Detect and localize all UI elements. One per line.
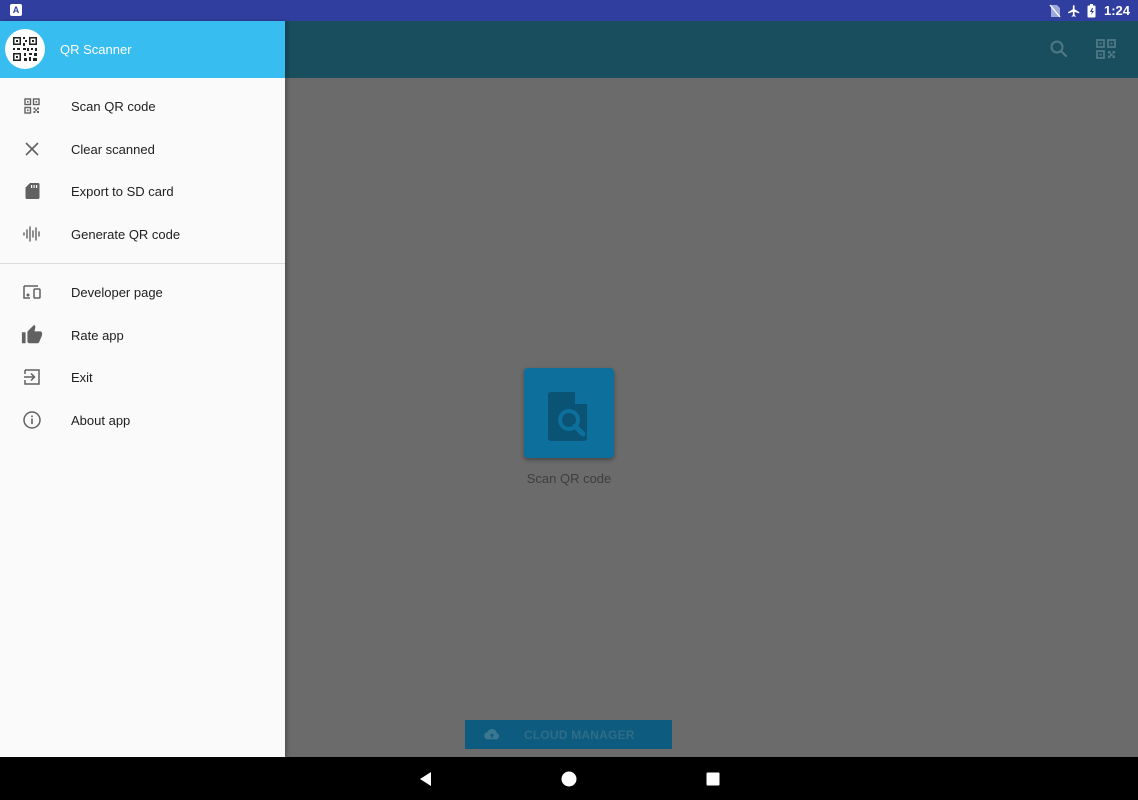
scan-qr-tile[interactable] [524, 368, 614, 458]
status-icons: 1:24 [1049, 0, 1130, 21]
close-icon [25, 142, 39, 156]
cloud-icon [484, 729, 499, 740]
sd-card-icon [25, 183, 40, 199]
app-logo [5, 29, 45, 69]
menu-item-generate-qr-code[interactable]: Generate QR code [0, 214, 285, 256]
airplane-mode-icon [1068, 4, 1080, 17]
exit-icon [24, 369, 40, 385]
menu-item-clear-scanned[interactable]: Clear scanned [0, 129, 285, 171]
drawer-header: QR Scanner [0, 21, 285, 78]
menu-item-label: Scan QR code [71, 99, 156, 114]
menu-item-label: Rate app [71, 328, 124, 343]
menu-item-label: Clear scanned [71, 142, 155, 157]
notification-icon: A [10, 4, 22, 16]
cloud-manager-label: CLOUD MANAGER [524, 728, 635, 742]
status-time: 1:24 [1103, 3, 1130, 18]
battery-icon [1087, 3, 1096, 17]
status-bar: A 1:24 [0, 0, 1138, 21]
menu-item-scan-qr-code[interactable]: Scan QR code [0, 86, 285, 128]
waveform-icon [23, 226, 40, 242]
menu-item-label: Generate QR code [71, 227, 181, 242]
drawer-divider [0, 263, 285, 264]
menu-item-label: Export to SD card [71, 184, 174, 199]
file-search-icon [548, 392, 587, 441]
menu-item-about-app[interactable]: About app [0, 400, 285, 442]
navigation-drawer: QR Scanner Scan QR code Clear scanned Ex… [0, 21, 285, 757]
menu-item-label: Developer page [71, 285, 163, 300]
menu-item-label: About app [71, 413, 131, 428]
qr-code-icon [24, 98, 40, 114]
no-sim-icon [1049, 4, 1061, 17]
scan-qr-label: Scan QR code [526, 471, 612, 486]
drawer-title: QR Scanner [60, 42, 132, 57]
menu-item-exit[interactable]: Exit [0, 357, 285, 399]
devices-icon [23, 285, 41, 299]
recent-apps-icon[interactable] [704, 770, 722, 788]
menu-item-rate-app[interactable]: Rate app [0, 315, 285, 357]
thumb-up-icon [21, 324, 43, 344]
menu-item-developer-page[interactable]: Developer page [0, 272, 285, 314]
info-icon [23, 411, 41, 429]
qr-code-icon[interactable] [1094, 37, 1118, 61]
back-icon[interactable] [417, 770, 435, 788]
cloud-manager-button[interactable]: CLOUD MANAGER [465, 720, 672, 749]
system-navigation-bar [0, 757, 1138, 800]
menu-item-label: Exit [71, 370, 93, 385]
qr-code-icon [13, 37, 37, 61]
menu-item-export-sd-card[interactable]: Export to SD card [0, 171, 285, 213]
search-icon[interactable] [1047, 37, 1071, 61]
home-icon[interactable] [560, 770, 578, 788]
